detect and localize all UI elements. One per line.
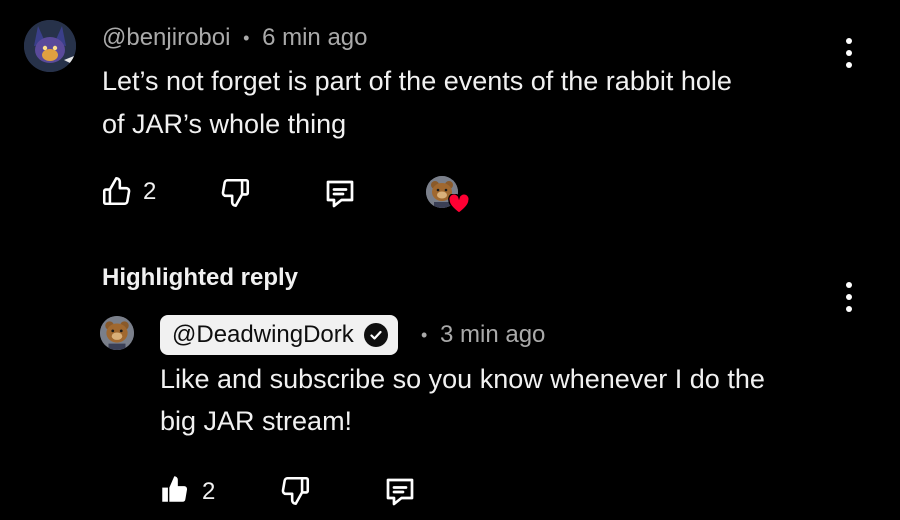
comment-timestamp[interactable]: 6 min ago	[262, 24, 367, 51]
thumbs-down-outline-icon	[281, 476, 310, 506]
meta-separator: •	[421, 325, 428, 346]
reply-text-line: Like and subscribe so you know whenever …	[160, 364, 765, 394]
commenter-avatar-image	[24, 20, 76, 72]
reply-body: Like and subscribe so you know whenever …	[160, 358, 860, 442]
commenter-avatar[interactable]	[24, 20, 76, 72]
comment-body: Let’s not forget is part of the events o…	[102, 60, 842, 146]
thumbs-down-outline-icon	[221, 178, 250, 208]
reply-author-avatar[interactable]	[100, 316, 134, 350]
reply-like-count: 2	[202, 478, 216, 505]
comment-like-button[interactable]	[100, 174, 134, 208]
verified-check-icon	[363, 323, 388, 347]
more-vert-icon	[846, 282, 852, 288]
bear-avatar-icon	[100, 316, 134, 350]
more-vert-dot	[846, 50, 852, 56]
thumbs-up-filled-icon	[162, 476, 188, 502]
creator-handle-chip[interactable]: @DeadwingDork	[160, 315, 398, 355]
thumbs-up-outline-icon	[102, 176, 131, 206]
reply-dislike-button[interactable]	[278, 474, 312, 508]
reply-author-handle: @DeadwingDork	[172, 321, 354, 348]
reply-comment-icon	[386, 478, 414, 506]
meta-separator: •	[243, 28, 250, 49]
highlighted-reply-label: Highlighted reply	[102, 264, 299, 291]
reply-meta: • 3 min ago	[421, 321, 545, 349]
comment-text-line: Let’s not forget is part of the events o…	[102, 66, 732, 96]
reply-timestamp[interactable]: 3 min ago	[440, 321, 545, 348]
comment-dislike-button[interactable]	[218, 176, 252, 210]
creator-heart-icon	[448, 194, 470, 214]
creator-heart-badge	[426, 176, 470, 216]
comment-meta: @benjiroboi • 6 min ago	[102, 24, 368, 52]
more-vert-icon	[846, 38, 852, 44]
comment-more-button[interactable]	[842, 38, 856, 68]
comment-text-line: of JAR’s whole thing	[102, 109, 347, 139]
comment-author-handle[interactable]: @benjiroboi	[102, 24, 230, 51]
reply-text-line: big JAR stream!	[160, 406, 353, 436]
more-vert-dot	[846, 62, 852, 68]
comment-reply-button[interactable]	[322, 176, 358, 212]
reply-like-button[interactable]	[158, 472, 192, 506]
reply-more-button[interactable]	[842, 282, 856, 312]
more-vert-dot	[846, 306, 852, 312]
more-vert-dot	[846, 294, 852, 300]
reply-reply-button[interactable]	[382, 474, 418, 510]
comment-like-count: 2	[143, 178, 157, 205]
reply-comment-icon	[326, 180, 354, 208]
